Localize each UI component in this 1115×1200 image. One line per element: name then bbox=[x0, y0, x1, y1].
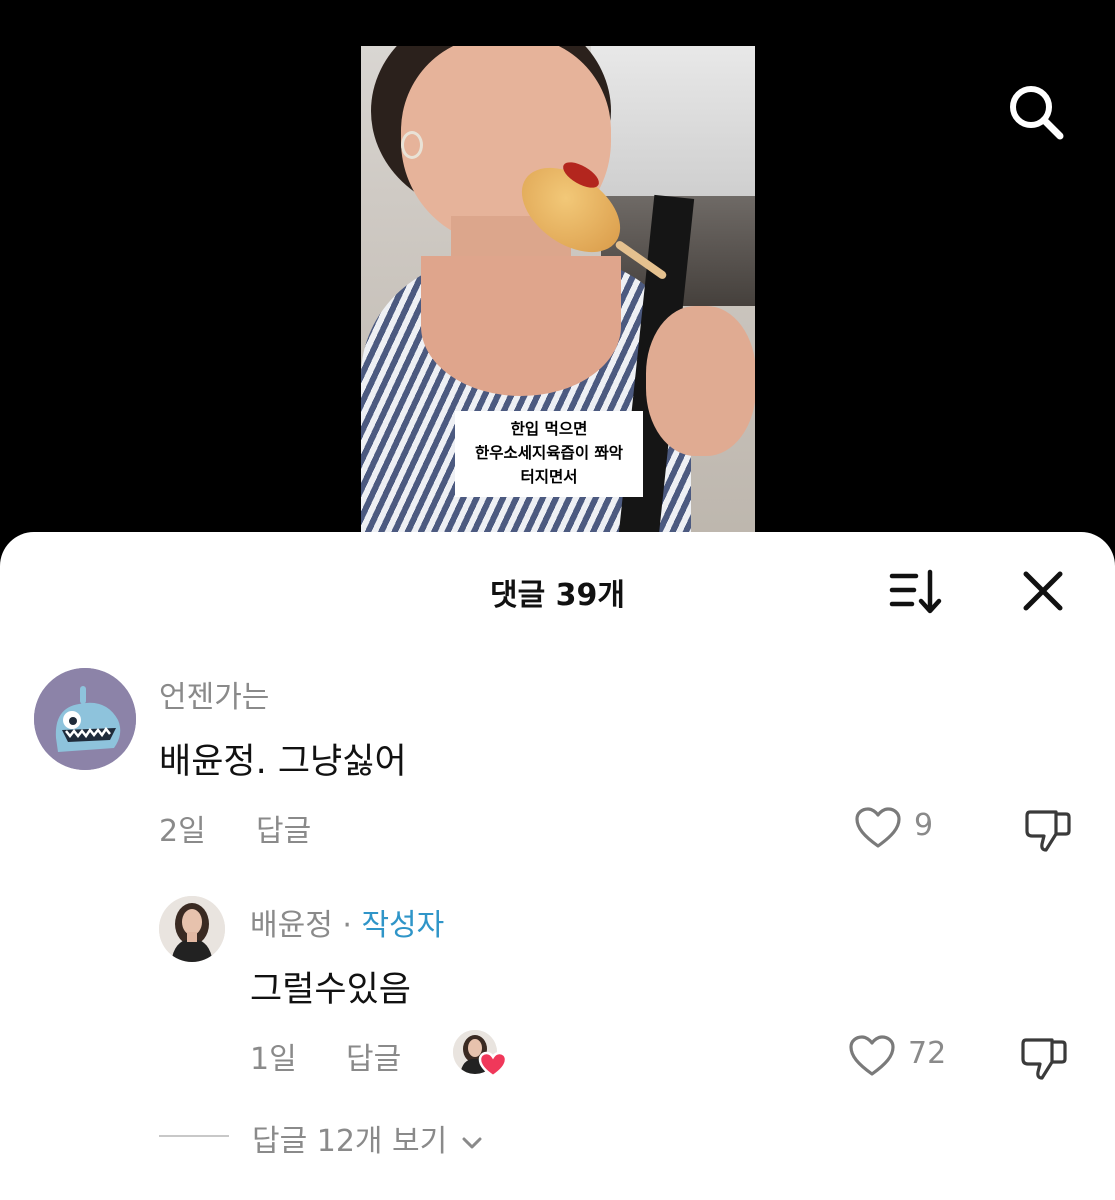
reply-age: 1일 bbox=[250, 1042, 297, 1077]
reply-username-line: 배윤정 · 작성자 bbox=[250, 900, 444, 944]
caption-line-2: 한우소세지육즙이 쫘악 bbox=[475, 444, 623, 462]
comment-age: 2일 bbox=[159, 814, 206, 849]
monster-avatar-icon bbox=[34, 668, 136, 770]
close-button[interactable] bbox=[1014, 562, 1072, 620]
creator-heart-icon bbox=[478, 1051, 508, 1078]
chevron-down-icon bbox=[462, 1137, 482, 1148]
comment-like-button[interactable] bbox=[854, 806, 902, 854]
reply-like-button[interactable] bbox=[848, 1034, 896, 1082]
author-badge: 작성자 bbox=[361, 908, 445, 943]
avatar[interactable] bbox=[34, 668, 136, 770]
username-separator: · bbox=[342, 908, 352, 943]
view-more-replies-label: 답글 12개 보기 bbox=[252, 1124, 448, 1159]
video-caption: 한입 먹으면 한우소세지육즙이 쫘악 터지면서 bbox=[455, 411, 643, 497]
reply-like-count: 72 bbox=[908, 1036, 947, 1071]
comment-text: 배윤정. 그냥싫어 bbox=[159, 742, 407, 782]
comment-reply-button[interactable]: 답글 bbox=[256, 806, 311, 850]
close-icon bbox=[1023, 571, 1063, 611]
search-icon bbox=[1010, 86, 1064, 140]
reply-dislike-button[interactable] bbox=[1018, 1034, 1070, 1086]
divider bbox=[159, 1135, 229, 1137]
comment-dislike-button[interactable] bbox=[1022, 806, 1074, 858]
view-more-replies-button[interactable]: 답글 12개 보기 bbox=[252, 1116, 485, 1160]
thumbs-down-icon bbox=[1021, 1038, 1067, 1080]
reply-avatar[interactable] bbox=[159, 896, 225, 962]
reply-text: 그럴수있음 bbox=[250, 970, 412, 1010]
comments-sheet: 댓글 39개 언젠가는 배윤정. 그냥싫어 2일 답글 9 배윤정 · 작성자 … bbox=[0, 532, 1115, 1200]
reply-username[interactable]: 배윤정 bbox=[250, 908, 333, 943]
comments-title: 댓글 39개 bbox=[490, 578, 625, 613]
comment-username[interactable]: 언젠가는 bbox=[159, 672, 269, 716]
comment-like-count: 9 bbox=[914, 808, 934, 843]
caption-line-1: 한입 먹으면 bbox=[510, 420, 588, 438]
thumbs-down-icon bbox=[1025, 810, 1071, 852]
search-button[interactable] bbox=[1000, 76, 1072, 148]
heart-icon bbox=[855, 807, 901, 848]
video-player[interactable]: 한입 먹으면 한우소세지육즙이 쫘악 터지면서 bbox=[361, 46, 755, 546]
author-photo-icon bbox=[159, 896, 225, 962]
caption-line-3: 터지면서 bbox=[520, 468, 578, 486]
sort-button[interactable] bbox=[886, 566, 946, 618]
reply-reply-button[interactable]: 답글 bbox=[346, 1034, 401, 1078]
heart-icon bbox=[849, 1035, 895, 1076]
sort-icon bbox=[889, 569, 942, 614]
app-screen: 한입 먹으면 한우소세지육즙이 쫘악 터지면서 댓글 39개 언젠가는 배윤정.… bbox=[0, 0, 1115, 1200]
